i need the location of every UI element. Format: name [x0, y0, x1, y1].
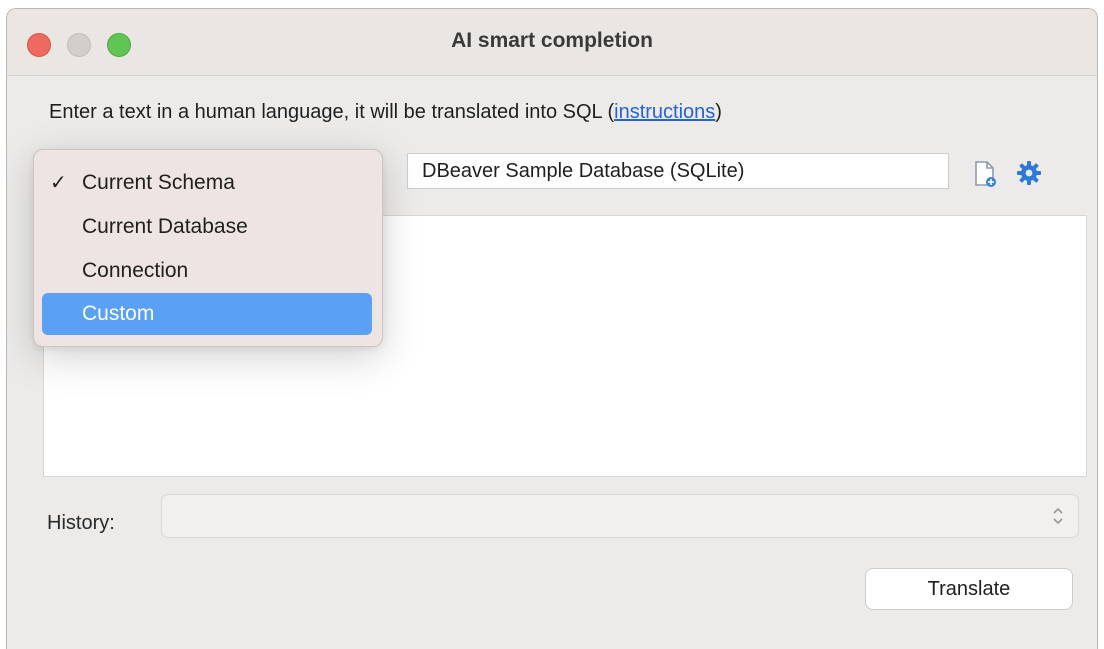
- database-field[interactable]: DBeaver Sample Database (SQLite): [407, 153, 949, 189]
- menu-item-current-schema[interactable]: ✓ Current Schema: [42, 162, 372, 204]
- menu-item-label: Current Database: [82, 215, 248, 238]
- instructions-link[interactable]: instructions: [614, 101, 715, 123]
- instruction-prefix: Enter a text in a human language, it wil…: [49, 101, 615, 123]
- instruction-text: Enter a text in a human language, it wil…: [49, 101, 722, 124]
- gear-icon[interactable]: [1017, 161, 1041, 185]
- menu-item-connection[interactable]: Connection: [42, 250, 372, 292]
- scope-dropdown-menu: ✓ Current Schema Current Database Connec…: [33, 149, 383, 347]
- checkmark-icon: ✓: [50, 172, 67, 194]
- history-label: History:: [47, 512, 115, 534]
- title-bar: AI smart completion: [7, 9, 1097, 76]
- menu-item-label: Connection: [82, 259, 189, 282]
- menu-item-current-database[interactable]: Current Database: [42, 206, 372, 248]
- document-icon[interactable]: [973, 161, 997, 187]
- up-down-chevron-icon: [1053, 507, 1063, 525]
- menu-item-custom[interactable]: Custom: [42, 293, 372, 335]
- menu-item-label: Custom: [82, 302, 155, 325]
- window-title: AI smart completion: [451, 29, 653, 52]
- instruction-suffix: ): [715, 101, 722, 123]
- translate-button[interactable]: Translate: [865, 568, 1073, 610]
- menu-item-label: Current Schema: [82, 171, 235, 194]
- dialog-window: AI smart completion Enter a text in a hu…: [6, 8, 1098, 649]
- history-select[interactable]: [161, 494, 1079, 538]
